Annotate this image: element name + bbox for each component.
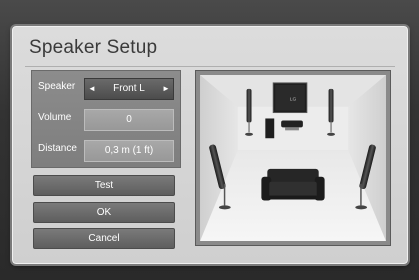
speaker-label: Speaker: [38, 81, 76, 92]
room-illustration: LG: [200, 75, 386, 241]
speaker-selector[interactable]: ◄ Front L ►: [84, 78, 174, 100]
test-button[interactable]: Test: [33, 175, 175, 196]
speaker-value: Front L: [113, 83, 145, 94]
settings-panel: Speaker ◄ Front L ► Volume 0 Distance 0,…: [31, 70, 181, 168]
volume-value[interactable]: 0: [84, 109, 174, 131]
volume-row: Volume 0: [32, 106, 180, 132]
volume-label: Volume: [38, 112, 72, 123]
distance-value[interactable]: 0,3 m (1 ft): [84, 140, 174, 162]
speaker-setup-dialog: Speaker Setup Speaker ◄ Front L ► Volume…: [12, 26, 408, 264]
tv-icon: LG: [272, 82, 308, 114]
sofa-icon: [261, 168, 325, 201]
speaker-row: Speaker ◄ Front L ►: [32, 75, 180, 101]
subwoofer-icon: [265, 118, 275, 139]
dialog-title: Speaker Setup: [29, 37, 158, 58]
distance-row: Distance 0,3 m (1 ft): [32, 137, 180, 163]
arrow-left-icon[interactable]: ◄: [87, 79, 97, 99]
speaker-layout-preview: LG: [195, 70, 391, 246]
title-divider: [25, 66, 395, 68]
distance-label: Distance: [38, 143, 77, 154]
cancel-button[interactable]: Cancel: [33, 228, 175, 249]
ok-button[interactable]: OK: [33, 202, 175, 223]
tv-logo: LG: [290, 97, 297, 103]
arrow-right-icon[interactable]: ►: [161, 79, 171, 99]
